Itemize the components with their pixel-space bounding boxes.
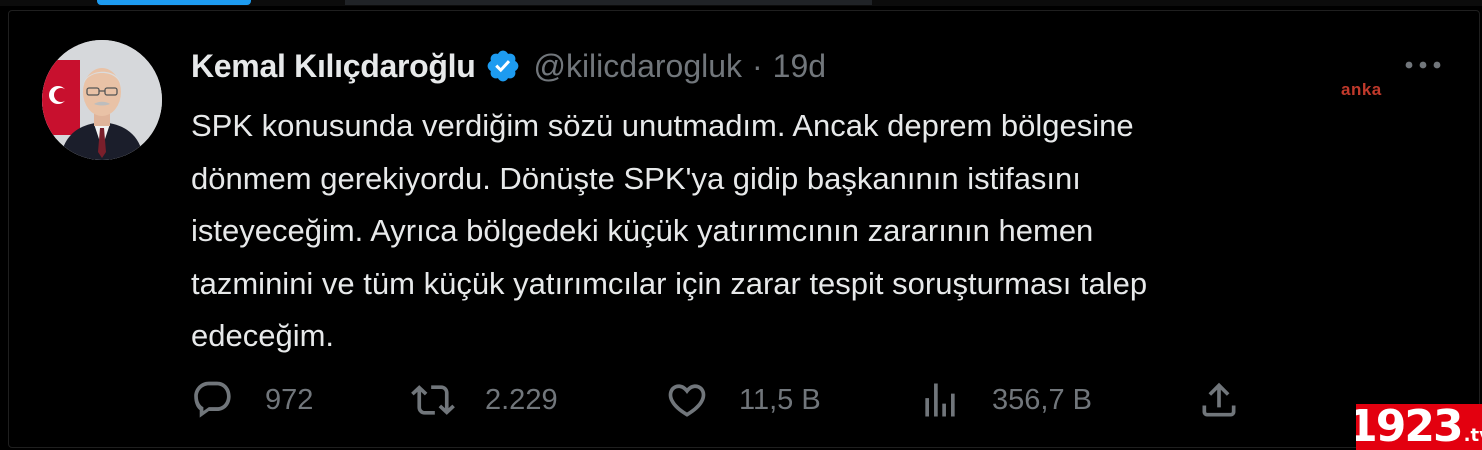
like-count: 11,5 B bbox=[739, 383, 821, 416]
more-options-icon[interactable] bbox=[1403, 58, 1443, 70]
tweet-text-line: dönmem gerekiyordu. Dönüşte SPK'ya gidip… bbox=[191, 160, 1081, 196]
tweet-text-line: SPK konusunda verdiğim sözü unutmadım. A… bbox=[191, 108, 1134, 143]
author-handle[interactable]: @kilicdarogluk bbox=[533, 48, 742, 85]
reply-count: 972 bbox=[265, 383, 314, 416]
verified-badge-icon bbox=[485, 48, 521, 84]
reply-icon bbox=[194, 381, 231, 418]
tweet-text-line: tazminini ve tüm küçük yatırımcılar için… bbox=[191, 265, 1148, 301]
share-icon bbox=[1202, 382, 1236, 417]
logo-suffix: .tv bbox=[1463, 425, 1482, 446]
views-count: 356,7 B bbox=[992, 383, 1092, 416]
heart-icon bbox=[668, 384, 706, 417]
avatar-portrait-icon bbox=[42, 40, 162, 160]
share-button[interactable] bbox=[1197, 375, 1241, 425]
tweet-header: Kemal Kılıçdaroğlu @kilicdarogluk · 19d bbox=[191, 44, 826, 88]
retweet-icon bbox=[411, 385, 455, 415]
tweet-text: SPK konusunda verdiğim sözü unutmadım. A… bbox=[191, 100, 1371, 363]
avatar[interactable] bbox=[42, 40, 162, 160]
tweet-text-line: edeceğim. bbox=[191, 318, 335, 353]
like-button[interactable]: 11,5 B bbox=[665, 375, 821, 425]
author-display-name[interactable]: Kemal Kılıçdaroğlu bbox=[191, 48, 476, 85]
tweet-action-bar: 972 2.229 11,5 B 356,7 B bbox=[191, 375, 1291, 425]
views-chart-icon bbox=[925, 383, 955, 417]
active-tab-indicator bbox=[97, 0, 251, 5]
browser-top-strip bbox=[0, 0, 1482, 6]
tweet-timestamp[interactable]: 19d bbox=[773, 48, 826, 85]
logo-number: 1923 bbox=[1356, 404, 1464, 450]
retweet-count: 2.229 bbox=[485, 383, 558, 416]
retweet-button[interactable]: 2.229 bbox=[411, 375, 558, 425]
reply-button[interactable]: 972 bbox=[191, 375, 313, 425]
1923-tv-logo: 1923 .tv bbox=[1356, 404, 1482, 450]
tweet-text-line: isteyeceğim. Ayrıca bölgedeki küçük yatı… bbox=[191, 213, 1094, 248]
anka-watermark: anka bbox=[1341, 80, 1382, 99]
header-separator: · bbox=[752, 47, 763, 84]
tab-bar-segment bbox=[345, 0, 872, 5]
views-button[interactable]: 356,7 B bbox=[918, 375, 1092, 425]
